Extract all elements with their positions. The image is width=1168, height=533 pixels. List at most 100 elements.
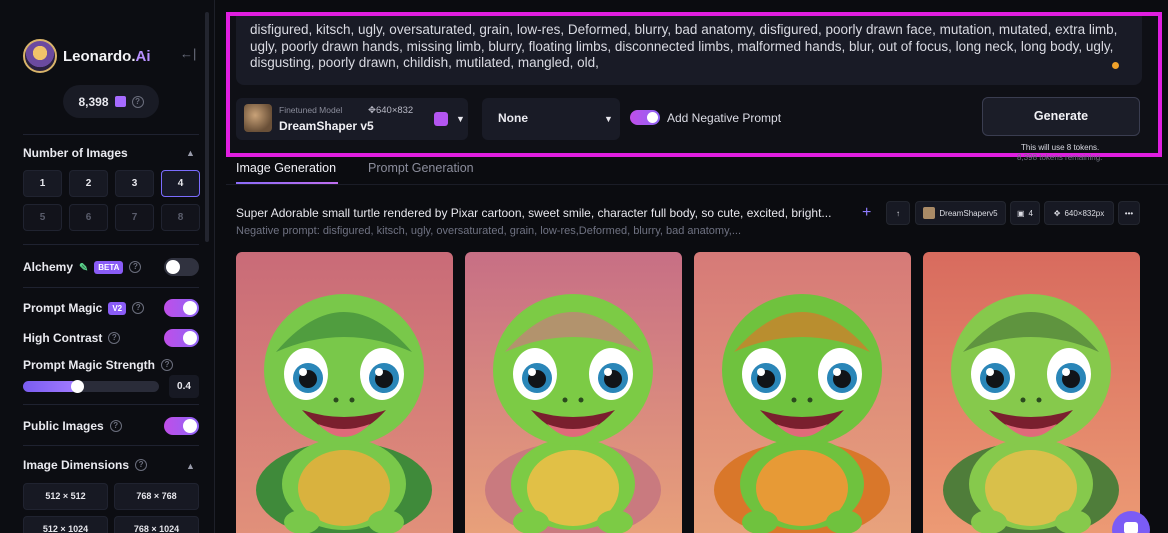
image-count-6[interactable]: 6	[69, 204, 108, 231]
style-selector[interactable]: None ▼	[482, 98, 620, 140]
add-negative-prompt-toggle[interactable]	[630, 110, 660, 125]
more-options-button[interactable]: •••	[1118, 201, 1140, 225]
dimensions-chip[interactable]: ✥ 640×832px	[1044, 201, 1114, 225]
tokens-remaining-note: 8,398 tokens remaining.	[1017, 153, 1103, 162]
prompt-magic-strength-value[interactable]: 0.4	[169, 375, 199, 398]
count-chip[interactable]: ▣ 4	[1010, 201, 1040, 225]
generated-image-1[interactable]	[236, 252, 453, 533]
tab-divider	[226, 184, 1168, 185]
chevron-up-icon[interactable]: ▲	[186, 148, 195, 158]
dimension-768x768[interactable]: 768 × 768	[114, 483, 199, 510]
collapse-sidebar-icon[interactable]: ←|	[180, 47, 196, 60]
turtle-image	[694, 252, 911, 533]
model-chip[interactable]: DreamShaperv5	[915, 201, 1006, 225]
chat-icon	[1124, 522, 1138, 533]
ellipsis-icon: •••	[1124, 208, 1134, 218]
plus-icon[interactable]: +	[862, 204, 871, 222]
high-contrast-label: High Contrast	[23, 331, 103, 345]
model-selector[interactable]: Finetuned Model ✥640×832 DreamShaper v5 …	[236, 98, 468, 140]
high-contrast-toggle[interactable]	[164, 329, 199, 347]
help-icon[interactable]: ?	[108, 332, 121, 344]
version-badge: V2	[108, 301, 127, 315]
tab-prompt-generation[interactable]: Prompt Generation	[368, 161, 474, 175]
generated-image-3[interactable]	[694, 252, 911, 533]
images-icon: ▣	[1016, 208, 1025, 218]
model-caption: Finetuned Model	[279, 105, 343, 115]
move-icon: ✥	[1053, 208, 1061, 218]
divider	[23, 244, 199, 245]
sidebar-scrollbar[interactable]	[205, 12, 209, 242]
help-icon[interactable]: ?	[131, 95, 144, 108]
number-of-images-grid: 1 2 3 4 5 6 7 8	[23, 170, 200, 231]
number-of-images-title: Number of Images	[23, 146, 128, 160]
generated-image-2[interactable]	[465, 252, 682, 533]
brand-name: Leonardo.Ai	[63, 47, 151, 65]
pencil-icon: ✎	[79, 261, 89, 274]
token-cost-note: This will use 8 tokens.	[1021, 143, 1100, 152]
move-icon: ✥	[368, 105, 376, 116]
model-thumbnail	[923, 207, 936, 219]
image-dimensions-row: Image Dimensions?	[23, 455, 199, 475]
dimension-512x512[interactable]: 512 × 512	[23, 483, 108, 510]
help-icon[interactable]: ?	[129, 261, 142, 273]
add-negative-prompt-label: Add Negative Prompt	[667, 110, 782, 125]
generate-button[interactable]: Generate	[982, 97, 1140, 136]
alchemy-label: Alchemy	[23, 260, 74, 274]
slider-thumb[interactable]	[71, 380, 85, 393]
model-dimensions: ✥640×832	[368, 105, 414, 116]
help-icon[interactable]: ?	[161, 359, 174, 371]
token-balance[interactable]: 8,398 ?	[63, 85, 159, 118]
upscale-button[interactable]: ↑	[886, 201, 910, 225]
turtle-image	[236, 252, 453, 533]
image-count-4[interactable]: 4	[161, 170, 200, 197]
dimension-768x1024[interactable]: 768 × 1024	[114, 516, 199, 533]
public-images-row: Public Images?	[23, 416, 199, 436]
prompt-panel: disfigured, kitsch, ugly, oversaturated,…	[226, 12, 1162, 157]
chevron-down-icon: ▼	[604, 114, 613, 124]
divider	[23, 445, 199, 446]
image-count-8[interactable]: 8	[161, 204, 200, 231]
image-dimensions-grid: 512 × 512 768 × 768 512 × 1024 768 × 102…	[23, 483, 199, 533]
help-icon[interactable]: ?	[132, 302, 145, 314]
divider	[23, 404, 199, 405]
token-icon	[114, 96, 126, 107]
alchemy-toggle[interactable]	[164, 258, 199, 276]
tab-image-generation[interactable]: Image Generation	[236, 161, 336, 175]
arrow-up-icon: ↑	[896, 208, 900, 218]
chevron-up-icon[interactable]: ▲	[186, 461, 195, 471]
chevron-down-icon: ▼	[456, 114, 465, 124]
style-value: None	[498, 111, 528, 125]
divider	[23, 134, 199, 135]
help-icon[interactable]: ?	[135, 459, 148, 471]
generation-negative-prompt: Negative prompt: disfigured, kitsch, ugl…	[236, 225, 742, 237]
image-count-2[interactable]: 2	[69, 170, 108, 197]
add-negative-prompt-row: Add Negative Prompt	[630, 110, 781, 125]
generated-image-4[interactable]	[923, 252, 1140, 533]
turtle-image	[923, 252, 1140, 533]
help-icon[interactable]: ?	[109, 420, 122, 432]
model-thumbnail	[244, 104, 272, 132]
public-images-toggle[interactable]	[164, 417, 199, 435]
dimension-512x1024[interactable]: 512 × 1024	[23, 516, 108, 533]
alchemy-row: Alchemy ✎ BETA?	[23, 257, 199, 277]
image-count-1[interactable]: 1	[23, 170, 62, 197]
prompt-magic-toggle[interactable]	[164, 299, 199, 317]
model-info-icon[interactable]	[434, 112, 448, 126]
negative-prompt-input[interactable]: disfigured, kitsch, ugly, oversaturated,…	[236, 16, 1142, 85]
generation-prompt[interactable]: Super Adorable small turtle rendered by …	[236, 206, 831, 220]
image-count-3[interactable]: 3	[115, 170, 154, 197]
prompt-magic-label: Prompt Magic	[23, 301, 103, 315]
brand-logo[interactable]: Leonardo.Ai	[23, 39, 151, 73]
slider-fill	[23, 381, 78, 392]
status-dot	[1112, 62, 1119, 69]
beta-badge: BETA	[94, 260, 124, 274]
image-count-7[interactable]: 7	[115, 204, 154, 231]
sidebar: Leonardo.Ai ←| 8,398 ? Number of Images …	[0, 0, 215, 533]
divider	[23, 287, 199, 288]
image-count-5[interactable]: 5	[23, 204, 62, 231]
prompt-magic-strength-slider[interactable]	[23, 380, 159, 393]
public-images-label: Public Images	[23, 419, 104, 433]
image-dimensions-title: Image Dimensions	[23, 458, 130, 472]
prompt-magic-strength-row: Prompt Magic Strength?	[23, 355, 199, 375]
brand-avatar	[23, 39, 57, 73]
